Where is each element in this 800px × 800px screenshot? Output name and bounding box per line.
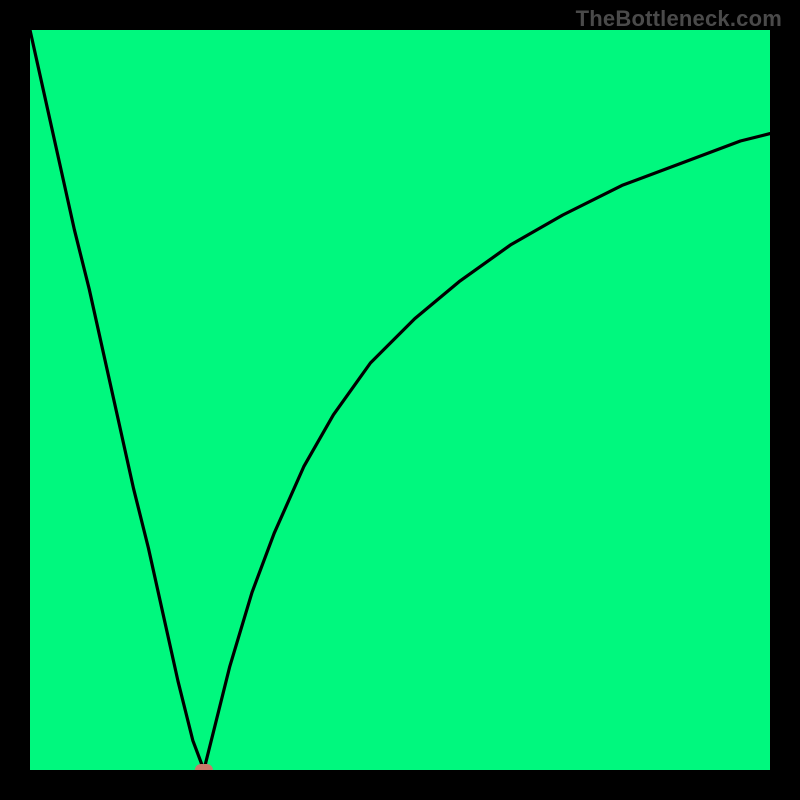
plot-area — [30, 30, 770, 770]
chart-svg — [30, 30, 770, 770]
watermark-text: TheBottleneck.com — [576, 6, 782, 32]
chart-frame: TheBottleneck.com — [0, 0, 800, 800]
gradient-background — [30, 30, 770, 770]
